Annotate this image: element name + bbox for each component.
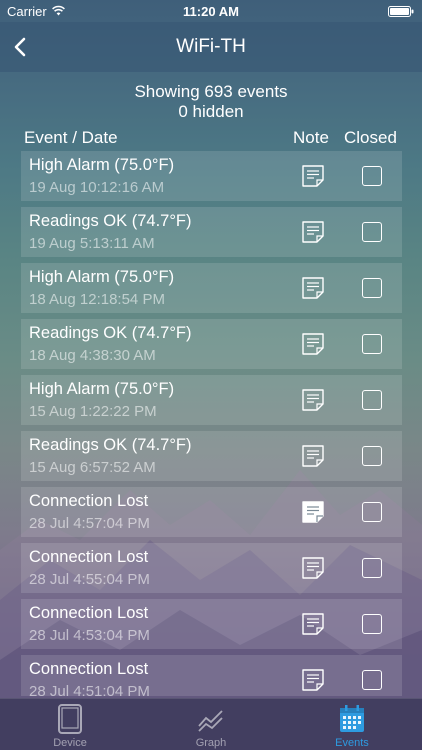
closed-checkbox[interactable]: [362, 334, 382, 354]
note-icon[interactable]: [301, 220, 325, 244]
event-row[interactable]: Readings OK (74.7°F) 19 Aug 5:13:11 AM: [21, 207, 402, 257]
event-row[interactable]: Connection Lost 28 Jul 4:55:04 PM: [21, 543, 402, 593]
tab-label: Graph: [195, 737, 227, 749]
event-row[interactable]: High Alarm (75.0°F) 15 Aug 1:22:22 PM: [21, 375, 402, 425]
tab-bar: Device Graph Events: [0, 698, 422, 750]
note-icon[interactable]: [301, 164, 325, 188]
calendar-icon: [340, 705, 364, 732]
status-time: 11:20 AM: [183, 4, 239, 19]
closed-checkbox[interactable]: [362, 614, 382, 634]
column-header-note: Note: [293, 128, 329, 147]
event-date: 15 Aug 6:57:52 AM: [29, 459, 156, 476]
tab-events[interactable]: Events: [282, 699, 422, 750]
tab-label: Events: [335, 737, 369, 749]
navigation-bar: WiFi-TH: [0, 22, 422, 72]
event-title: Readings OK (74.7°F): [29, 212, 192, 230]
tablet-icon: [58, 704, 82, 734]
event-title: Connection Lost: [29, 548, 149, 566]
hidden-count: 0 hidden: [178, 102, 244, 121]
event-date: 18 Aug 12:18:54 PM: [29, 291, 165, 308]
event-date: 28 Jul 4:51:04 PM: [29, 683, 150, 696]
event-row[interactable]: Readings OK (74.7°F) 18 Aug 4:38:30 AM: [21, 319, 402, 369]
note-icon[interactable]: [301, 388, 325, 412]
graph-icon: [198, 710, 223, 732]
closed-checkbox[interactable]: [362, 670, 382, 690]
note-icon[interactable]: [301, 332, 325, 356]
showing-count: Showing 693 events: [134, 82, 288, 101]
event-date: 28 Jul 4:53:04 PM: [29, 627, 150, 644]
closed-checkbox[interactable]: [362, 390, 382, 410]
status-bar: Carrier 11:20 AM: [0, 0, 422, 22]
closed-checkbox[interactable]: [362, 278, 382, 298]
event-row[interactable]: Connection Lost 28 Jul 4:51:04 PM: [21, 655, 402, 696]
event-list[interactable]: High Alarm (75.0°F) 19 Aug 10:12:16 AM R…: [0, 150, 422, 696]
closed-checkbox[interactable]: [362, 446, 382, 466]
closed-checkbox[interactable]: [362, 222, 382, 242]
event-title: High Alarm (75.0°F): [29, 380, 175, 398]
event-date: 18 Aug 4:38:30 AM: [29, 347, 156, 364]
event-title: Connection Lost: [29, 660, 149, 678]
tab-device[interactable]: Device: [0, 699, 140, 750]
event-date: 28 Jul 4:57:04 PM: [29, 515, 150, 532]
battery-icon: [388, 6, 414, 17]
event-title: Readings OK (74.7°F): [29, 436, 192, 454]
note-icon[interactable]: [301, 668, 325, 692]
note-icon[interactable]: [301, 556, 325, 580]
event-date: 19 Aug 5:13:11 AM: [29, 235, 155, 252]
event-title: High Alarm (75.0°F): [29, 268, 175, 286]
tab-graph[interactable]: Graph: [141, 699, 281, 750]
closed-checkbox[interactable]: [362, 502, 382, 522]
event-row[interactable]: Connection Lost 28 Jul 4:57:04 PM: [21, 487, 402, 537]
note-icon[interactable]: [301, 500, 325, 524]
event-row[interactable]: Connection Lost 28 Jul 4:53:04 PM: [21, 599, 402, 649]
event-date: 28 Jul 4:55:04 PM: [29, 571, 150, 588]
page-title: WiFi-TH: [176, 36, 246, 57]
events-summary: Showing 693 events 0 hidden: [0, 82, 422, 122]
note-icon[interactable]: [301, 612, 325, 636]
event-title: Connection Lost: [29, 604, 149, 622]
event-row[interactable]: High Alarm (75.0°F) 18 Aug 12:18:54 PM: [21, 263, 402, 313]
event-date: 19 Aug 10:12:16 AM: [29, 179, 165, 196]
event-date: 15 Aug 1:22:22 PM: [29, 403, 157, 420]
tab-label: Device: [53, 737, 87, 749]
event-title: High Alarm (75.0°F): [29, 156, 175, 174]
column-header-event: Event / Date: [24, 128, 118, 147]
note-icon[interactable]: [301, 444, 325, 468]
column-header-closed: Closed: [344, 128, 397, 147]
closed-checkbox[interactable]: [362, 166, 382, 186]
closed-checkbox[interactable]: [362, 558, 382, 578]
event-row[interactable]: High Alarm (75.0°F) 19 Aug 10:12:16 AM: [21, 151, 402, 201]
event-title: Connection Lost: [29, 492, 149, 510]
event-title: Readings OK (74.7°F): [29, 324, 192, 342]
note-icon[interactable]: [301, 276, 325, 300]
event-row[interactable]: Readings OK (74.7°F) 15 Aug 6:57:52 AM: [21, 431, 402, 481]
